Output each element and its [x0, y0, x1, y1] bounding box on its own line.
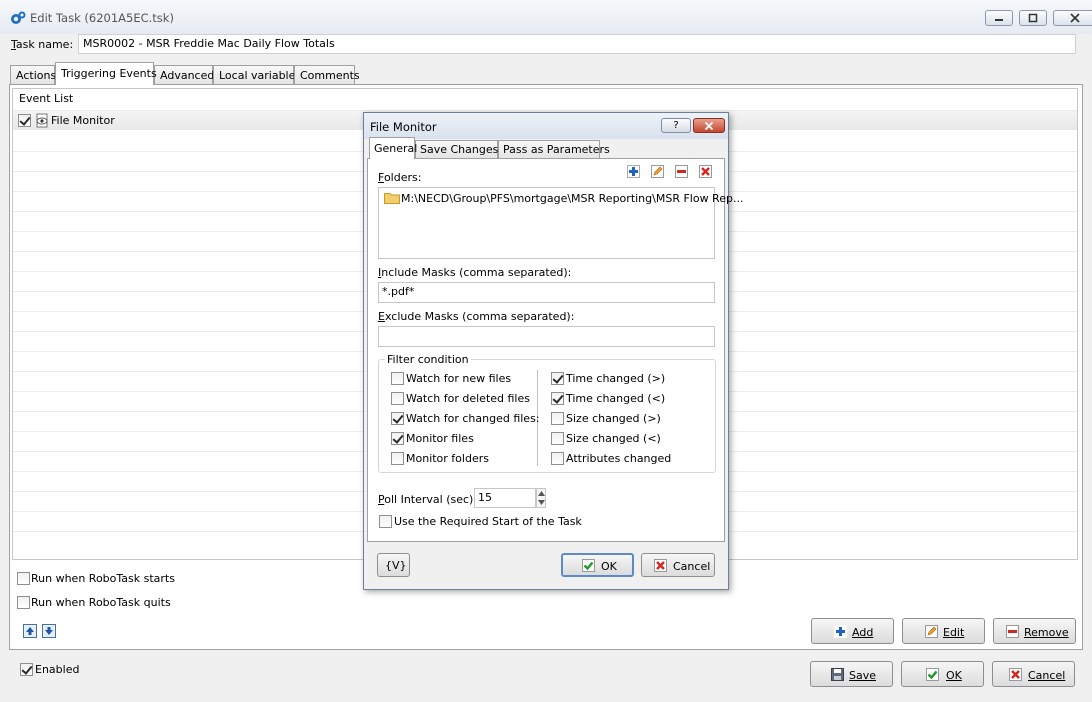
size-changed-gt-checkbox[interactable]	[551, 412, 564, 425]
remove-event-button[interactable]: Remove	[993, 618, 1076, 644]
task-name-label: Task name:	[11, 38, 74, 51]
watch-changed-files-label: Watch for changed files:	[406, 412, 540, 425]
run-on-start-label: Run when RoboTask starts	[31, 572, 175, 585]
ok-button[interactable]: OK	[901, 661, 984, 687]
enabled-checkbox[interactable]	[20, 663, 33, 676]
event-list-header: Event List	[19, 92, 74, 105]
time-changed-lt-label: Time changed (<)	[566, 392, 666, 405]
dialog-cancel-button[interactable]: Cancel	[641, 553, 715, 577]
event-enabled-checkbox[interactable]	[18, 114, 31, 127]
floppy-disk-icon	[831, 668, 844, 681]
tab-local-variables[interactable]: Local variables	[213, 65, 301, 84]
monitor-folders-label: Monitor folders	[406, 452, 489, 465]
close-icon	[704, 121, 714, 131]
edit-folder-icon[interactable]	[651, 165, 664, 178]
watch-deleted-files-label: Watch for deleted files	[406, 392, 530, 405]
file-monitor-dialog: File Monitor ? General Save Changes Pass…	[363, 112, 743, 590]
monitor-files-label: Monitor files	[406, 432, 474, 445]
edit-event-button[interactable]: Edit	[902, 618, 985, 644]
size-changed-gt-label: Size changed (>)	[566, 412, 661, 425]
watch-changed-files-checkbox[interactable]	[391, 412, 404, 425]
close-button[interactable]	[1053, 10, 1092, 26]
maximize-button[interactable]	[1019, 10, 1047, 26]
folders-label: Folders:	[378, 171, 422, 184]
size-changed-lt-label: Size changed (<)	[566, 432, 661, 445]
use-required-start-label: Use the Required Start of the Task	[394, 515, 582, 528]
spin-up-icon	[538, 491, 545, 496]
dialog-ok-button[interactable]: OK	[561, 553, 634, 577]
pencil-icon	[925, 625, 938, 638]
red-x-icon	[1009, 668, 1022, 681]
move-up-button[interactable]	[23, 624, 37, 638]
poll-interval-input[interactable]: 15	[474, 488, 536, 508]
include-masks-input[interactable]: *.pdf*	[378, 282, 715, 303]
red-x-icon	[654, 559, 667, 572]
folder-path[interactable]: M:\NECD\Group\PFS\mortgage\MSR Reporting…	[401, 192, 743, 205]
dialog-tab-general[interactable]: General	[369, 137, 417, 159]
monitor-files-checkbox[interactable]	[391, 432, 404, 445]
attributes-changed-label: Attributes changed	[566, 452, 672, 465]
dialog-title: File Monitor	[370, 120, 437, 134]
include-masks-label: Include Masks (comma separated):	[378, 266, 572, 279]
add-event-button[interactable]: Add	[811, 618, 894, 644]
watch-deleted-files-checkbox[interactable]	[391, 392, 404, 405]
folders-list[interactable]: M:\NECD\Group\PFS\mortgage\MSR Reporting…	[378, 187, 743, 259]
file-monitor-icon	[36, 113, 48, 128]
time-changed-gt-label: Time changed (>)	[566, 372, 666, 385]
dialog-close-button[interactable]	[693, 118, 725, 133]
folder-icon	[384, 193, 400, 204]
tab-actions[interactable]: Actions	[10, 65, 56, 84]
task-name-input[interactable]: MSR0002 - MSR Freddie Mac Daily Flow Tot…	[78, 34, 1076, 54]
cancel-button[interactable]: Cancel	[992, 661, 1075, 687]
clear-folders-icon[interactable]	[699, 165, 712, 178]
remove-folder-icon[interactable]	[675, 165, 688, 178]
move-down-button[interactable]	[42, 624, 56, 638]
use-required-start-checkbox[interactable]	[379, 515, 392, 528]
tab-triggering-events[interactable]: Triggering Events	[55, 62, 157, 85]
run-on-start-checkbox[interactable]	[17, 572, 30, 585]
event-label: File Monitor	[51, 114, 115, 127]
watch-new-files-checkbox[interactable]	[391, 372, 404, 385]
exclude-masks-label: Exclude Masks (comma separated):	[378, 310, 575, 323]
save-button[interactable]: Save	[810, 661, 893, 687]
minimize-icon	[995, 19, 1003, 21]
poll-interval-spinner[interactable]	[536, 488, 546, 508]
robotask-app-icon	[11, 11, 26, 24]
add-folder-icon[interactable]	[627, 165, 640, 178]
filter-condition-title: Filter condition	[385, 353, 471, 366]
size-changed-lt-checkbox[interactable]	[551, 432, 564, 445]
time-changed-gt-checkbox[interactable]	[551, 372, 564, 385]
filter-condition-group: Filter condition Watch for new files Wat…	[378, 353, 716, 473]
exclude-masks-input[interactable]	[378, 326, 715, 347]
arrow-up-icon	[26, 627, 34, 635]
plus-icon	[834, 625, 847, 638]
tab-comments[interactable]: Comments	[294, 65, 360, 84]
run-on-quit-checkbox[interactable]	[17, 596, 30, 609]
maximize-icon	[1028, 13, 1038, 23]
arrow-down-icon	[45, 627, 53, 635]
variables-button[interactable]: {V}	[377, 553, 410, 577]
general-panel: Folders: M:\NECD\Group\PFS\mortgage\MSR …	[367, 158, 743, 542]
attributes-changed-checkbox[interactable]	[551, 452, 564, 465]
minimize-button[interactable]	[985, 10, 1013, 26]
run-on-quit-label: Run when RoboTask quits	[31, 596, 171, 609]
time-changed-lt-checkbox[interactable]	[551, 392, 564, 405]
watch-new-files-label: Watch for new files	[406, 372, 512, 385]
dialog-help-button[interactable]: ?	[661, 118, 691, 133]
dialog-tab-save-changes[interactable]: Save Changes	[415, 140, 498, 158]
enabled-label: Enabled	[35, 663, 80, 676]
checkmark-icon	[926, 668, 939, 681]
monitor-folders-checkbox[interactable]	[391, 452, 404, 465]
minus-icon	[1006, 625, 1019, 638]
checkmark-icon	[582, 559, 595, 572]
close-icon	[1070, 13, 1080, 23]
tab-advanced[interactable]: Advanced	[154, 65, 214, 84]
poll-interval-label: Poll Interval (sec):	[378, 493, 478, 506]
window-title: Edit Task (6201A5EC.tsk)	[30, 11, 174, 25]
spin-down-icon	[538, 500, 545, 505]
dialog-tab-pass-as-parameters[interactable]: Pass as Parameters	[498, 140, 610, 158]
